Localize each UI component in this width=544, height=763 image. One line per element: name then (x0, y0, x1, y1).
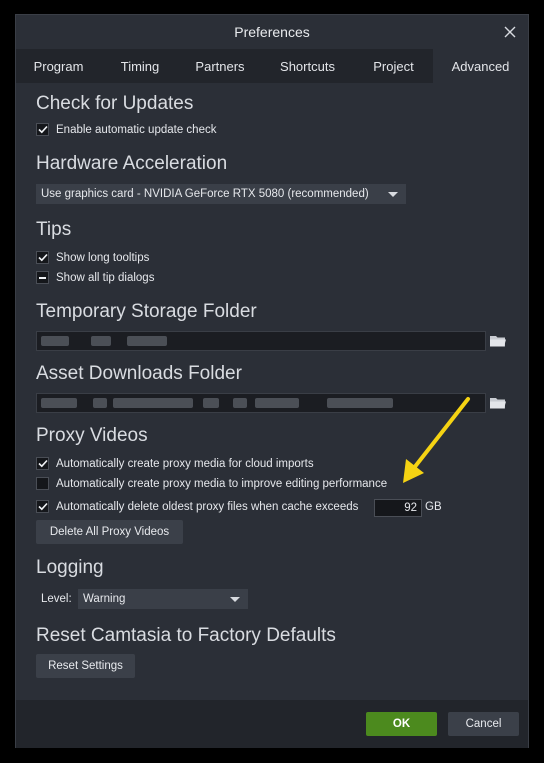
section-title-reset: Reset Camtasia to Factory Defaults (36, 625, 336, 646)
enable-update-label: Enable automatic update check (56, 123, 217, 136)
redacted-text (233, 398, 247, 408)
all-tip-dialogs-row[interactable]: Show all tip dialogs (36, 271, 154, 284)
window-title: Preferences (234, 24, 310, 40)
ok-button[interactable]: OK (366, 712, 437, 736)
browse-folder-icon[interactable] (488, 394, 508, 412)
redacted-text (41, 398, 77, 408)
checkmark-icon (37, 253, 48, 262)
proxy-delete-checkbox[interactable] (36, 500, 49, 513)
redacted-text (93, 398, 107, 408)
long-tooltips-checkbox[interactable] (36, 251, 49, 264)
section-title-temp-storage: Temporary Storage Folder (36, 301, 257, 322)
chevron-down-icon (388, 192, 398, 197)
tab-timing[interactable]: Timing (101, 49, 179, 83)
redacted-text (127, 336, 167, 346)
redacted-text (327, 398, 393, 408)
tab-advanced[interactable]: Advanced (433, 49, 528, 83)
tab-shortcuts[interactable]: Shortcuts (261, 49, 354, 83)
annotation-arrow-icon (403, 397, 470, 483)
title-bar: Preferences (16, 15, 528, 49)
browse-folder-icon[interactable] (488, 332, 508, 350)
log-level-label: Level: (41, 593, 72, 605)
proxy-cloud-label: Automatically create proxy media for clo… (56, 457, 314, 470)
graphics-card-select[interactable]: Use graphics card - NVIDIA GeForce RTX 5… (36, 184, 406, 204)
log-level-value: Warning (83, 593, 126, 605)
close-icon[interactable] (500, 22, 520, 42)
tab-project[interactable]: Project (354, 49, 433, 83)
graphics-card-value: Use graphics card - NVIDIA GeForce RTX 5… (41, 188, 369, 200)
proxy-improve-label: Automatically create proxy media to impr… (56, 477, 388, 490)
redacted-text (255, 398, 299, 408)
enable-update-check-row[interactable]: Enable automatic update check (36, 123, 216, 136)
temp-storage-path-field[interactable] (36, 331, 486, 351)
log-level-select[interactable]: Warning (78, 589, 248, 609)
redacted-text (91, 336, 111, 346)
reset-settings-button[interactable]: Reset Settings (36, 654, 135, 678)
cache-unit: GB (425, 501, 442, 513)
cache-size-input[interactable]: 92 (374, 499, 422, 517)
redacted-text (113, 398, 193, 408)
dialog-footer: OK Cancel (16, 700, 528, 748)
section-title-hardware: Hardware Acceleration (36, 153, 228, 174)
preferences-window: Preferences Program Timing Partners Shor… (15, 14, 529, 748)
tab-program[interactable]: Program (16, 49, 101, 83)
delete-all-proxy-button[interactable]: Delete All Proxy Videos (36, 520, 183, 544)
checkmark-icon (37, 502, 48, 511)
proxy-improve-row[interactable]: Automatically create proxy media to impr… (36, 477, 387, 490)
section-title-asset-downloads: Asset Downloads Folder (36, 363, 242, 384)
cancel-button[interactable]: Cancel (448, 712, 519, 736)
proxy-improve-checkbox[interactable] (36, 477, 49, 490)
section-title-logging: Logging (36, 557, 104, 578)
section-title-tips: Tips (36, 219, 72, 240)
proxy-delete-row[interactable]: Automatically delete oldest proxy files … (36, 500, 358, 513)
all-tip-dialogs-checkbox[interactable] (36, 271, 49, 284)
proxy-delete-label: Automatically delete oldest proxy files … (56, 500, 359, 513)
long-tooltips-row[interactable]: Show long tooltips (36, 251, 149, 264)
proxy-cloud-row[interactable]: Automatically create proxy media for clo… (36, 457, 314, 470)
enable-update-checkbox[interactable] (36, 123, 49, 136)
section-title-check-updates: Check for Updates (36, 93, 194, 114)
all-tip-dialogs-label: Show all tip dialogs (56, 271, 155, 284)
redacted-text (41, 336, 69, 346)
tab-bar: Program Timing Partners Shortcuts Projec… (16, 49, 528, 83)
redacted-text (203, 398, 219, 408)
long-tooltips-label: Show long tooltips (56, 251, 150, 264)
checkmark-icon (37, 125, 48, 134)
indeterminate-dash-icon (39, 276, 46, 279)
checkmark-icon (37, 459, 48, 468)
chevron-down-icon (230, 597, 240, 602)
section-title-proxy: Proxy Videos (36, 425, 148, 446)
tab-partners[interactable]: Partners (179, 49, 261, 83)
proxy-cloud-checkbox[interactable] (36, 457, 49, 470)
